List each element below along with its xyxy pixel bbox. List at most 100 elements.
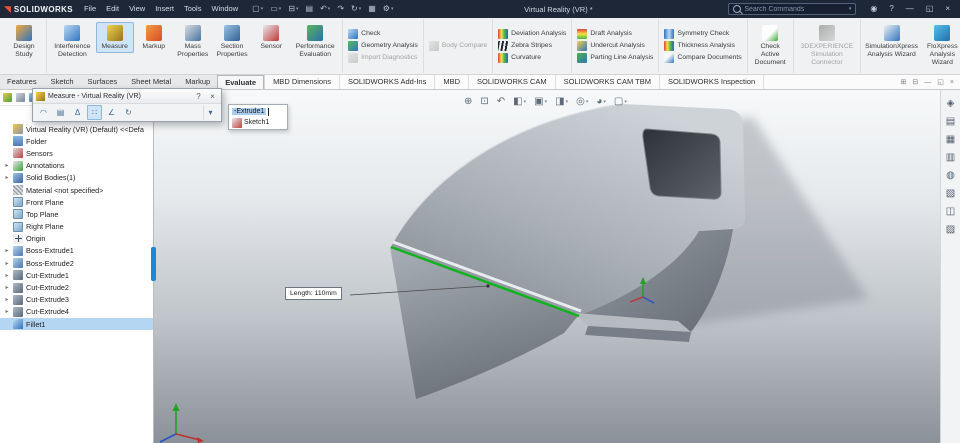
dialog-close-button[interactable]: × — [207, 92, 218, 101]
section-view-icon[interactable]: ◧ ▾ — [513, 96, 526, 107]
measure-dropdown-icon[interactable]: ▾ — [203, 105, 218, 120]
model-opening[interactable] — [642, 128, 722, 200]
open-document-icon[interactable]: ▭ ▾ — [267, 0, 284, 18]
expand-caret-icon[interactable]: ▸ — [4, 284, 10, 291]
deviation-analysis-button[interactable]: Deviation Analysis — [496, 29, 568, 40]
undo-icon[interactable]: ↶ ▾ — [317, 0, 333, 18]
view-orientation-icon[interactable]: ▣ ▾ — [534, 96, 547, 107]
tab-solidworks-add-ins[interactable]: SOLIDWORKS Add-Ins — [340, 75, 436, 89]
expand-caret-icon[interactable]: ▸ — [4, 260, 10, 267]
dialog-help-button[interactable]: ? — [193, 92, 204, 101]
tree-item-top-plane[interactable]: Top Plane — [0, 208, 153, 220]
previous-view-icon[interactable]: ↶ — [497, 96, 505, 107]
tree-item-virtual-reality-vr-default-defa[interactable]: Virtual Reality (VR) (Default) <<Defa — [0, 123, 153, 135]
show-xyz-icon[interactable]: Δ — [70, 105, 85, 120]
tab-surfaces[interactable]: Surfaces — [81, 75, 125, 89]
forum-icon[interactable]: ◫ — [946, 206, 955, 217]
panel-splitter[interactable] — [151, 247, 156, 281]
expand-caret-icon[interactable]: ▸ — [4, 308, 10, 315]
circle-arc-measure-icon[interactable]: ◠ — [36, 105, 51, 120]
tree-item-cut-extrude4[interactable]: ▸ Cut-Extrude4 — [0, 306, 153, 318]
expand-caret-icon[interactable]: ▸ — [4, 247, 10, 254]
tab-evaluate[interactable]: Evaluate — [217, 75, 265, 89]
redo-icon[interactable]: ↷ — [334, 0, 347, 18]
menu-edit[interactable]: Edit — [101, 0, 124, 18]
parting-line-analysis-button[interactable]: Parting Line Analysis — [575, 53, 655, 64]
property-manager-icon[interactable] — [16, 93, 25, 102]
design-library-icon[interactable]: ▤ — [946, 116, 955, 127]
projected-on-icon[interactable]: ∠ — [104, 105, 119, 120]
zoom-area-icon[interactable]: ⊡ — [480, 96, 488, 107]
expand-caret-icon[interactable]: ▸ — [4, 174, 10, 181]
display-style-icon[interactable]: ◨ ▾ — [555, 96, 568, 107]
tab-solidworks-cam-tbm[interactable]: SOLIDWORKS CAM TBM — [556, 75, 660, 89]
flyout-item[interactable]: Sketch1 — [232, 117, 284, 128]
tab-solidworks-cam[interactable]: SOLIDWORKS CAM — [469, 75, 556, 89]
tree-item-right-plane[interactable]: Right Plane — [0, 221, 153, 233]
tab-sheet-metal[interactable]: Sheet Metal — [124, 75, 178, 89]
view-palette-icon[interactable]: ▥ — [946, 152, 955, 163]
measure-button[interactable]: Measure — [95, 22, 134, 53]
close-button[interactable]: × — [939, 0, 956, 18]
flyout-item[interactable]: -Extrude1 — [232, 106, 284, 117]
menu-tools[interactable]: Tools — [179, 0, 207, 18]
zebra-stripes-button[interactable]: Zebra Stripes — [496, 41, 568, 52]
custom-properties-icon[interactable]: ▧ — [946, 188, 955, 199]
expand-caret-icon[interactable]: ▸ — [4, 296, 10, 303]
sensor-button[interactable]: Sensor — [252, 22, 290, 53]
point-to-point-icon[interactable]: ∷ — [87, 105, 102, 120]
tree-item-sensors[interactable]: Sensors — [0, 147, 153, 159]
check-button[interactable]: Check — [346, 29, 420, 40]
body-compare-button[interactable]: Body Compare — [427, 41, 489, 52]
edit-appearance-icon[interactable]: ◕ ▾ — [596, 96, 606, 107]
mass-properties-button[interactable]: Mass Properties — [174, 22, 212, 61]
3dexperience-simulation-connector-button[interactable]: 3DEXPERIENCE Simulation Connector — [797, 22, 858, 68]
minimize-button[interactable]: — — [900, 0, 920, 18]
file-explorer-icon[interactable]: ▦ — [946, 134, 955, 145]
3dexperience-home-icon[interactable]: ◈ — [947, 98, 955, 109]
symmetry-check-button[interactable]: Symmetry Check — [662, 29, 743, 40]
restore-button[interactable]: ◱ — [920, 0, 940, 18]
pane-split-icon[interactable]: ⊞ — [901, 78, 907, 86]
model-3d[interactable] — [154, 90, 940, 443]
tree-item-cut-extrude1[interactable]: ▸ Cut-Extrude1 — [0, 269, 153, 281]
tree-item-material-not-specified[interactable]: Material <not specified> — [0, 184, 153, 196]
rebuild-icon[interactable]: ↻ ▾ — [348, 0, 364, 18]
file-properties-icon[interactable]: ▦ — [365, 0, 379, 18]
tree-item-cut-extrude3[interactable]: ▸ Cut-Extrude3 — [0, 294, 153, 306]
appearances-scenes-icon[interactable]: ◍ — [946, 170, 955, 181]
tree-item-boss-extrude2[interactable]: ▸ Boss-Extrude2 — [0, 257, 153, 269]
tab-markup[interactable]: Markup — [178, 75, 217, 89]
tree-item-solid-bodies-1[interactable]: ▸ Solid Bodies(1) — [0, 172, 153, 184]
help-button[interactable]: ? — [883, 0, 899, 18]
menu-file[interactable]: File — [79, 0, 101, 18]
section-properties-button[interactable]: Section Properties — [213, 22, 252, 61]
zoom-fit-icon[interactable]: ⊕ — [464, 96, 472, 107]
design-study-button[interactable]: Design Study — [5, 22, 43, 61]
view-settings-icon[interactable]: ▢ ▾ — [614, 96, 627, 107]
import-diagnostics-button[interactable]: Import Diagnostics — [346, 53, 420, 64]
tree-item-origin[interactable]: Origin — [0, 233, 153, 245]
featuremanager-design-tree-icon[interactable] — [3, 93, 12, 102]
tree-item-front-plane[interactable]: Front Plane — [0, 196, 153, 208]
save-document-icon[interactable]: ⊟ ▾ — [285, 0, 301, 18]
tab-solidworks-inspection[interactable]: SOLIDWORKS Inspection — [660, 75, 765, 89]
units-precision-icon[interactable]: ▤ — [53, 105, 68, 120]
hide-show-items-icon[interactable]: ◎ ▾ — [576, 96, 588, 107]
print-icon[interactable]: ▤ — [303, 0, 317, 18]
user-account-button[interactable]: ◉ — [864, 0, 883, 18]
menu-view[interactable]: View — [124, 0, 150, 18]
floxpress-analysis-wizard-button[interactable]: FloXpress Analysis Wizard — [920, 22, 960, 68]
options-icon[interactable]: ⚙ ▾ — [380, 0, 397, 18]
doc-close-icon[interactable]: × — [950, 79, 954, 86]
search-input[interactable]: Search Commands ▾ — [728, 3, 857, 15]
simulationxpress-analysis-wizard-button[interactable]: SimulationXpress Analysis Wizard — [864, 22, 919, 61]
curvature-button[interactable]: Curvature — [496, 53, 568, 64]
measure-dialog-titlebar[interactable]: Measure - Virtual Reality (VR) ? × — [33, 89, 221, 104]
graphics-area[interactable]: ⊕ ⊡ ↶ ◧ ▾ ▣ ▾ ◨ ▾ ◎ ▾ ◕ ▾ ▢ ▾ Length: 110mm — [154, 90, 940, 443]
menu-insert[interactable]: Insert — [150, 0, 179, 18]
interference-detection-button[interactable]: Interference Detection — [50, 22, 95, 61]
thickness-analysis-button[interactable]: Thickness Analysis — [662, 41, 743, 52]
search-dropdown-icon[interactable]: ▾ — [849, 6, 852, 12]
geometry-analysis-button[interactable]: Geometry Analysis — [346, 41, 420, 52]
